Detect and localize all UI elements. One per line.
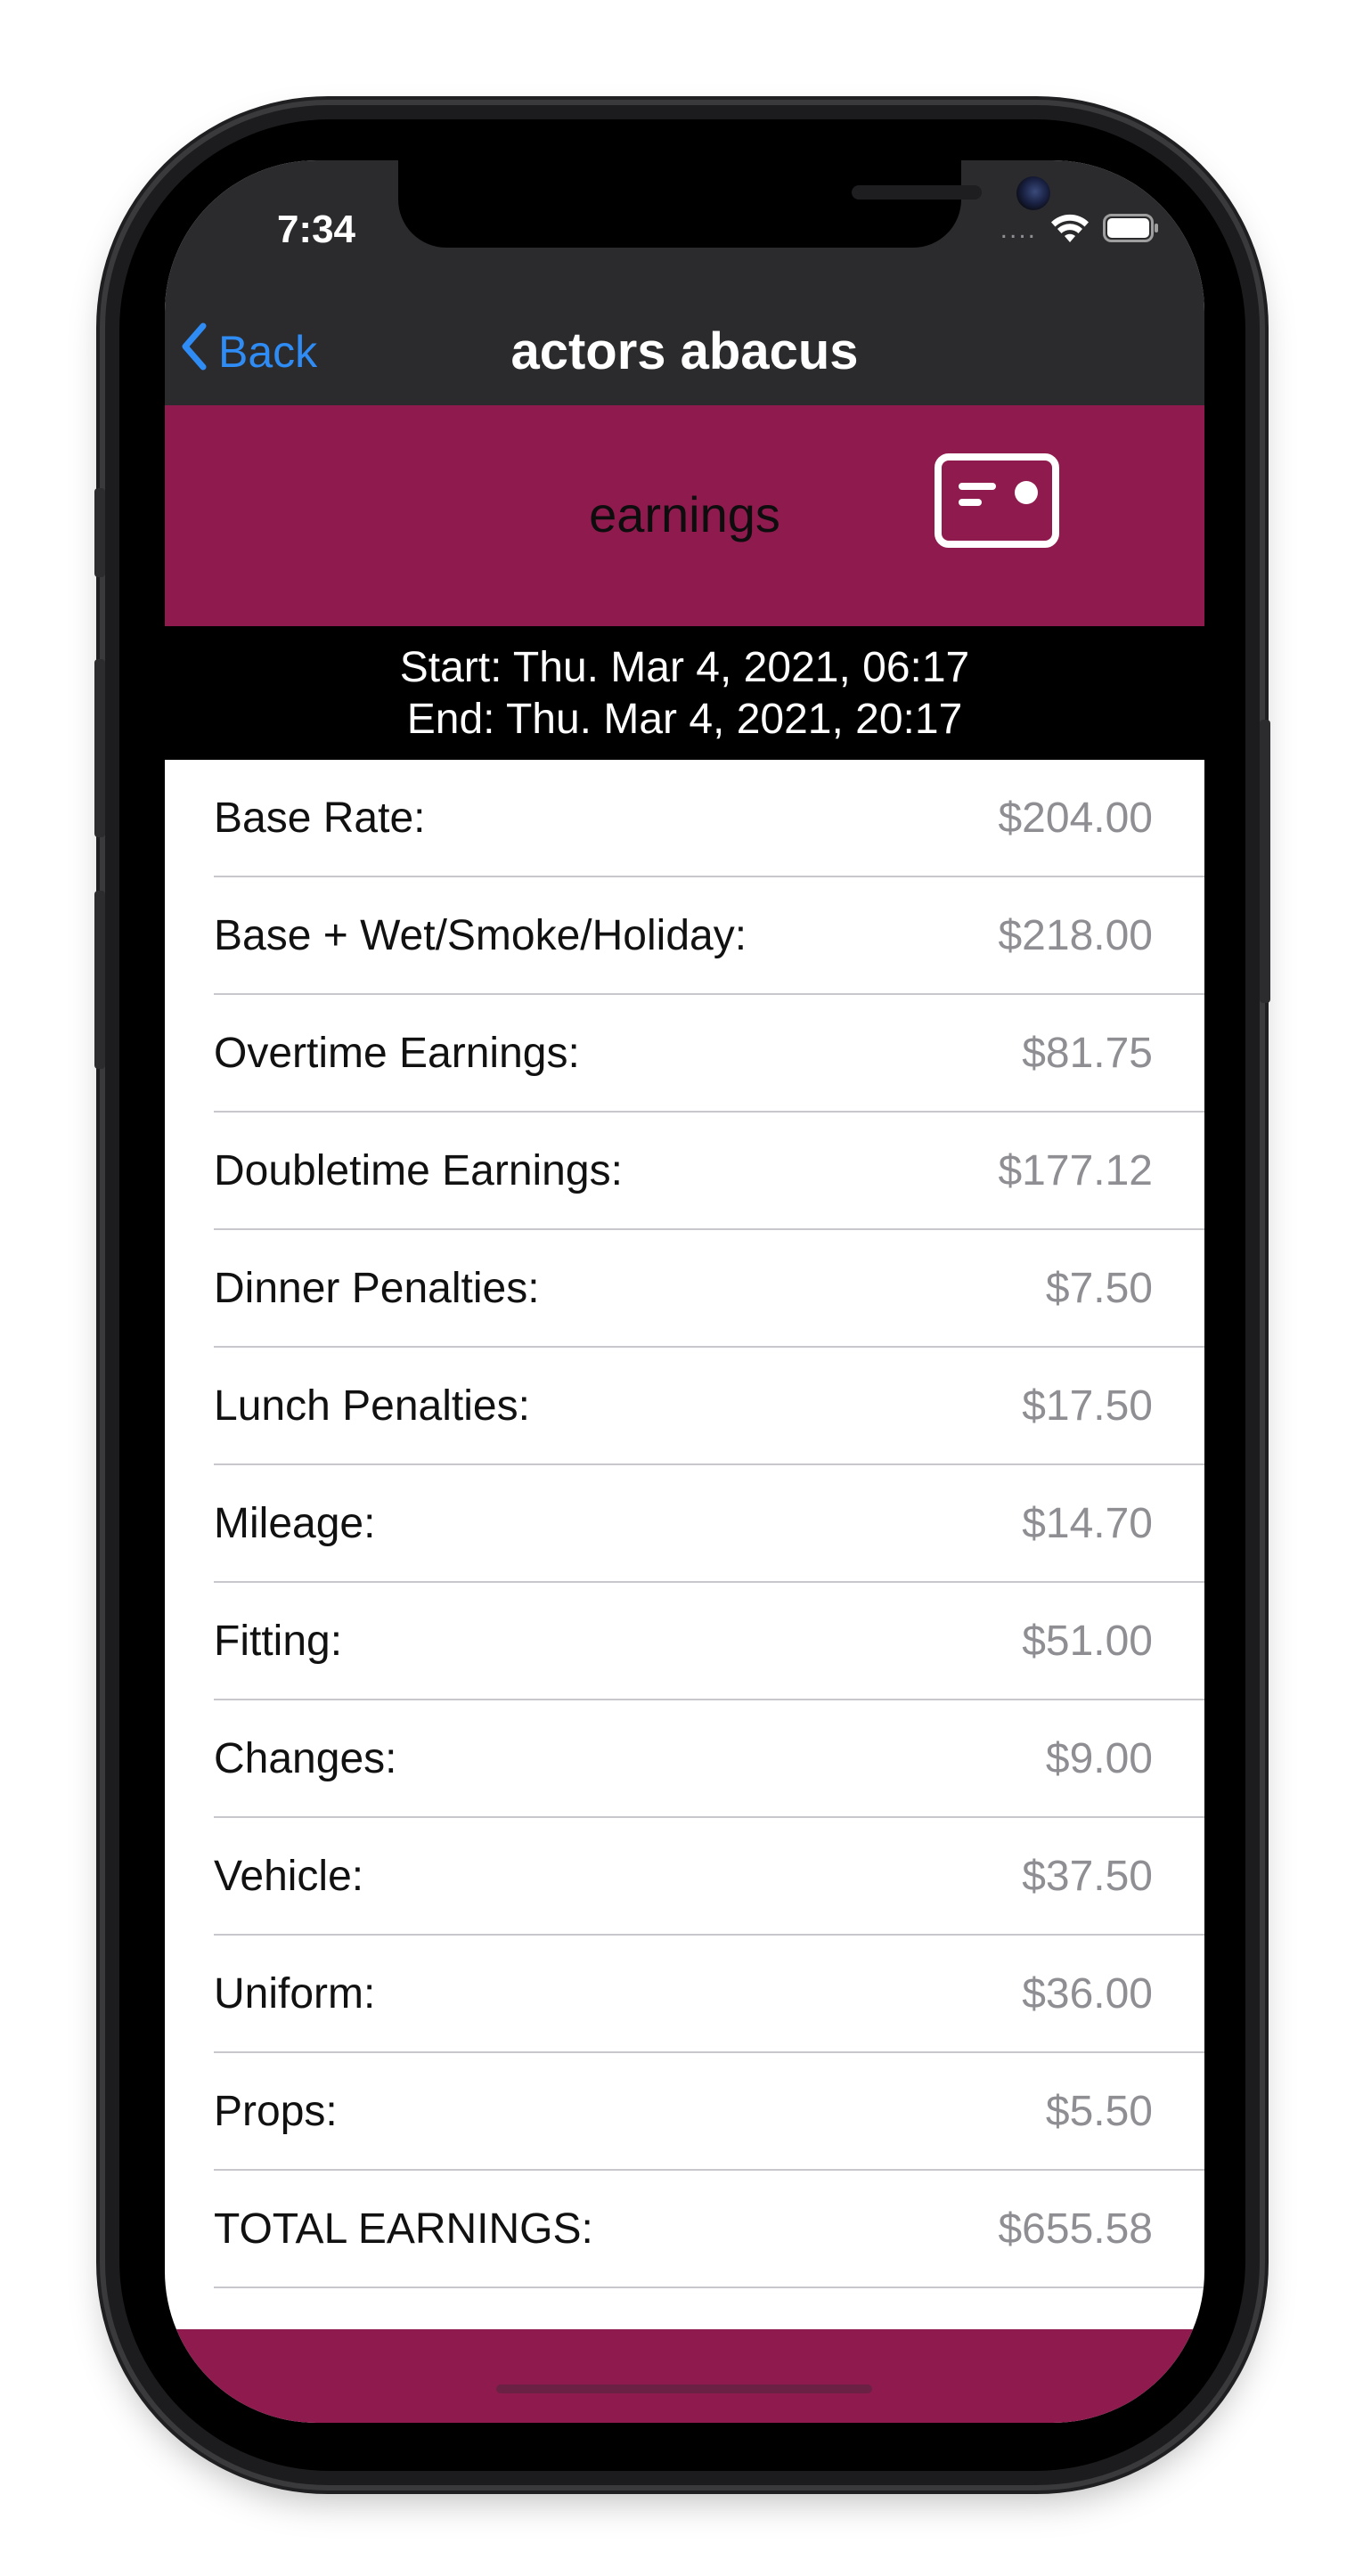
notch <box>398 160 1050 248</box>
row-label: Mileage: <box>214 1500 376 1547</box>
row-value: $218.00 <box>998 912 1153 959</box>
status-time: 7:34 <box>276 208 356 251</box>
earpiece-speaker <box>852 185 982 200</box>
row-label: Vehicle: <box>214 1853 364 1900</box>
row-label: Lunch Penalties: <box>214 1382 530 1430</box>
list-item: Doubletime Earnings: $177.12 <box>214 1113 1204 1230</box>
list-item: Fitting: $51.00 <box>214 1583 1204 1700</box>
earnings-header: earnings <box>165 405 1204 626</box>
row-label: Changes: <box>214 1735 397 1782</box>
row-value: $177.12 <box>998 1147 1153 1194</box>
app-screen: 7:34 .... Back actors abacus earnings St… <box>165 160 1204 2423</box>
row-value: $9.00 <box>1045 1735 1153 1782</box>
home-indicator[interactable] <box>496 2384 872 2393</box>
row-label: Doubletime Earnings: <box>214 1147 623 1194</box>
row-value: $36.00 <box>1022 1970 1153 2018</box>
navigation-bar: Back actors abacus <box>165 294 1204 405</box>
card-button[interactable] <box>934 452 1060 549</box>
list-item: Vehicle: $37.50 <box>214 1818 1204 1936</box>
row-value: $14.70 <box>1022 1500 1153 1547</box>
end-date: End: Thu. Mar 4, 2021, 20:17 <box>406 696 963 743</box>
row-value: $7.50 <box>1045 1265 1153 1312</box>
row-label: Uniform: <box>214 1970 376 2018</box>
row-label: Props: <box>214 2088 338 2135</box>
list-item: Overtime Earnings: $81.75 <box>214 995 1204 1113</box>
total-row: TOTAL EARNINGS: $655.58 <box>214 2171 1204 2288</box>
card-icon <box>934 453 1060 552</box>
row-label: Fitting: <box>214 1618 343 1665</box>
status-icons: .... <box>1000 205 1160 255</box>
bottom-bar <box>165 2329 1204 2423</box>
power-button <box>1260 720 1270 1003</box>
row-value: $5.50 <box>1045 2088 1153 2135</box>
list-item: Dinner Penalties: $7.50 <box>214 1230 1204 1348</box>
mute-switch <box>94 488 105 577</box>
list-item: Base + Wet/Smoke/Holiday: $218.00 <box>214 877 1204 995</box>
list-item: Mileage: $14.70 <box>214 1465 1204 1583</box>
nav-title: actors abacus <box>510 322 859 380</box>
row-value: $204.00 <box>998 795 1153 842</box>
row-value: $17.50 <box>1022 1382 1153 1430</box>
row-value: $51.00 <box>1022 1618 1153 1665</box>
row-value: $37.50 <box>1022 1853 1153 1900</box>
row-value: $81.75 <box>1022 1030 1153 1077</box>
list-item: Lunch Penalties: $17.50 <box>214 1348 1204 1465</box>
list-item: Uniform: $36.00 <box>214 1936 1204 2053</box>
cellular-signal-icon: .... <box>1000 215 1037 244</box>
list-item: Props: $5.50 <box>214 2053 1204 2171</box>
list-item: Changes: $9.00 <box>214 1700 1204 1818</box>
row-label: Overtime Earnings: <box>214 1030 580 1077</box>
earnings-list: Base Rate: $204.00 Base + Wet/Smoke/Holi… <box>165 760 1204 2288</box>
row-label: Base + Wet/Smoke/Holiday: <box>214 912 747 959</box>
total-value: $655.58 <box>998 2205 1153 2253</box>
total-label: TOTAL EARNINGS: <box>214 2205 593 2253</box>
date-range: Start: Thu. Mar 4, 2021, 06:17 End: Thu.… <box>165 626 1204 760</box>
battery-icon <box>1103 213 1160 248</box>
row-label: Base Rate: <box>214 795 426 842</box>
row-label: Dinner Penalties: <box>214 1265 540 1312</box>
wifi-icon <box>1049 212 1090 249</box>
start-date: Start: Thu. Mar 4, 2021, 06:17 <box>399 644 970 691</box>
volume-up-button <box>94 659 105 837</box>
list-item: Base Rate: $204.00 <box>214 760 1204 877</box>
volume-down-button <box>94 891 105 1069</box>
